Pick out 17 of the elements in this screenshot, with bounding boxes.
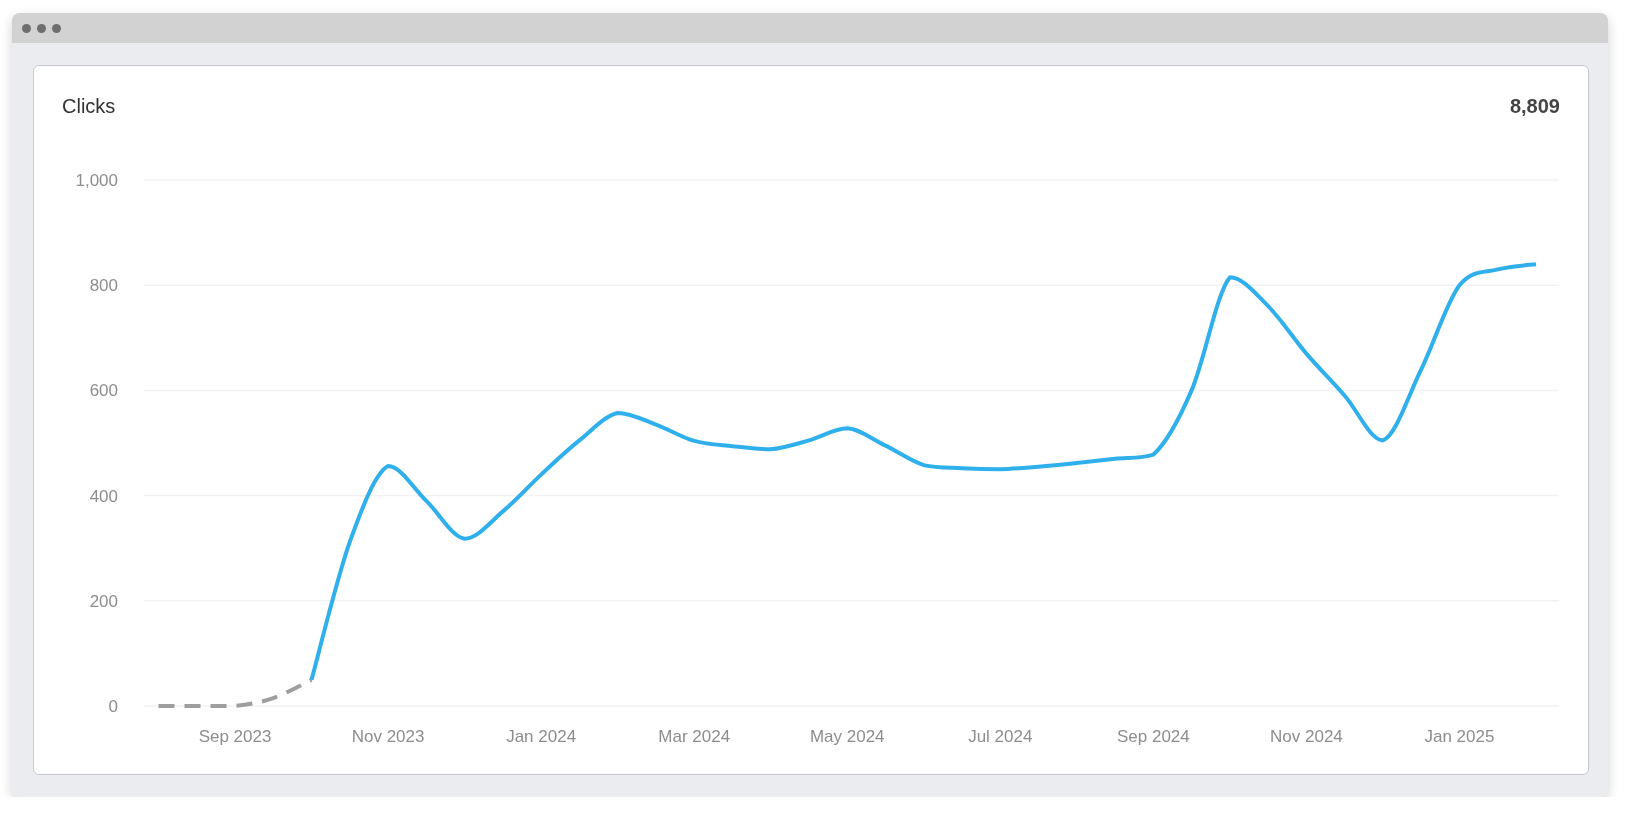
x-axis-label: May 2024 [809,727,885,746]
x-axis-label: Jan 2025 [1424,727,1495,746]
y-axis-label: 200 [89,591,118,611]
x-axis-label: Nov 2023 [351,727,425,746]
y-axis-label: 0 [108,697,118,716]
y-axis-label: 1,000 [75,171,118,190]
y-axis-label: 600 [89,381,118,401]
chart-title: Clicks [62,94,116,118]
x-axis-label: Mar 2024 [658,727,731,746]
x-axis-label: Jan 2024 [506,727,577,746]
x-axis-label: Nov 2024 [1270,727,1343,746]
y-axis-label: 400 [89,486,118,506]
x-axis-label: Jul 2024 [968,727,1033,746]
total-value: 8,809 [1509,94,1560,118]
x-axis-label: Sep 2024 [1116,727,1190,746]
x-axis-label: Sep 2023 [198,727,272,746]
y-axis-label: 800 [89,276,118,296]
